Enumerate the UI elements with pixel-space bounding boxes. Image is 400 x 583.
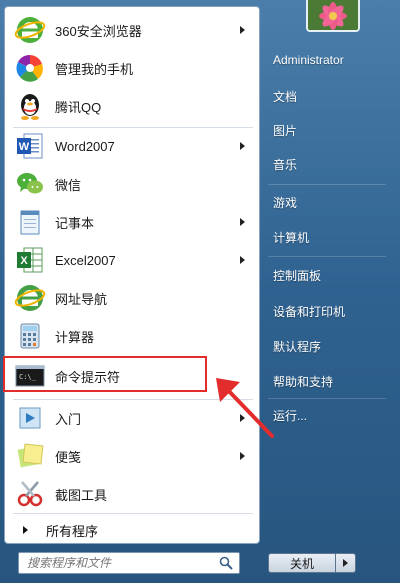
menu-item-label: Excel2007: [55, 252, 116, 268]
expand-arrow-icon: [23, 526, 28, 534]
start-menu: 360安全浏览器 管理我的手机 腾讯QQ W Word2007 微信 记事本 X…: [0, 0, 400, 583]
menu-item-label: 微信: [55, 177, 82, 193]
right-item-documents[interactable]: 文档: [266, 83, 390, 109]
menu-item-label: 记事本: [55, 215, 95, 231]
all-programs-button[interactable]: 所有程序: [13, 518, 253, 542]
right-item-label: 音乐: [273, 157, 298, 172]
shutdown-button[interactable]: 关机: [268, 553, 336, 573]
qq-penguin-icon: [21, 94, 39, 120]
wechat-icon: [17, 173, 43, 194]
menu-item-phone-manager[interactable]: 管理我的手机: [9, 51, 255, 85]
right-item-label: 文档: [273, 89, 298, 104]
menu-item-label: 截图工具: [55, 487, 108, 503]
submenu-arrow-icon: [240, 218, 245, 226]
menu-item-web-navigation[interactable]: 网址导航: [9, 281, 255, 315]
ie-navigation-icon: [14, 285, 46, 311]
menu-item-qq[interactable]: 腾讯QQ: [9, 89, 255, 123]
right-item-label: 运行...: [273, 408, 308, 423]
user-avatar[interactable]: [306, 0, 360, 32]
menu-item-label: 网址导航: [55, 291, 108, 307]
menu-item-label: 360安全浏览器: [55, 23, 142, 39]
menu-item-360-browser[interactable]: 360安全浏览器: [9, 13, 255, 47]
menu-item-calculator[interactable]: 计算器: [9, 319, 255, 353]
right-item-games[interactable]: 游戏: [266, 189, 390, 215]
svg-text:X: X: [20, 255, 28, 267]
ie-360-browser-icon: [14, 17, 46, 43]
programs-pane: 360安全浏览器 管理我的手机 腾讯QQ W Word2007 微信 记事本 X…: [4, 6, 260, 544]
right-item-computer[interactable]: 计算机: [266, 224, 390, 250]
excel-icon: X: [17, 247, 43, 273]
menu-item-snipping-tool[interactable]: 截图工具: [9, 477, 255, 511]
menu-item-label: 管理我的手机: [55, 61, 134, 77]
menu-item-label: 便笺: [55, 449, 82, 465]
search-icon[interactable]: [219, 556, 233, 570]
submenu-arrow-icon: [240, 256, 245, 264]
right-item-control-panel[interactable]: 控制面板: [266, 262, 390, 288]
separator: [268, 184, 386, 185]
separator: [13, 127, 253, 128]
getting-started-icon: [19, 407, 41, 429]
chevron-right-icon: [343, 559, 348, 567]
submenu-arrow-icon: [240, 142, 245, 150]
right-item-music[interactable]: 音乐: [266, 151, 390, 177]
notepad-icon: [20, 210, 40, 235]
separator: [13, 513, 253, 514]
calculator-icon: [20, 323, 40, 349]
phone-manager-icon: [16, 54, 43, 82]
right-item-label: 帮助和支持: [273, 374, 334, 389]
right-item-default-programs[interactable]: 默认程序: [266, 333, 390, 359]
svg-text:W: W: [19, 141, 30, 153]
search-box[interactable]: [18, 552, 240, 574]
menu-item-notepad[interactable]: 记事本: [9, 205, 255, 239]
menu-item-label: 计算器: [55, 329, 95, 345]
right-item-label: 图片: [273, 123, 298, 138]
right-item-pictures[interactable]: 图片: [266, 117, 390, 143]
submenu-arrow-icon: [240, 26, 245, 34]
menu-item-wechat[interactable]: 微信: [9, 167, 255, 201]
right-item-label: 设备和打印机: [273, 304, 346, 319]
separator: [268, 256, 386, 257]
snipping-tool-icon: [17, 481, 43, 507]
right-item-devices-printers[interactable]: 设备和打印机: [266, 298, 390, 324]
menu-item-label: Word2007: [55, 138, 115, 154]
shutdown-options-button[interactable]: [336, 553, 356, 573]
flower-avatar-icon: [308, 0, 358, 30]
submenu-arrow-icon: [240, 452, 245, 460]
menu-item-sticky-notes[interactable]: 便笺: [9, 439, 255, 473]
separator: [268, 398, 386, 399]
word-icon: W: [17, 133, 43, 159]
right-item-label: 游戏: [273, 195, 298, 210]
right-item-label: 控制面板: [273, 268, 322, 283]
highlight-box: [3, 356, 207, 392]
menu-item-excel2007[interactable]: X Excel2007: [9, 243, 255, 277]
right-item-run[interactable]: 运行...: [266, 402, 390, 428]
right-item-label: 计算机: [273, 230, 310, 245]
menu-item-word2007[interactable]: W Word2007: [9, 129, 255, 163]
sticky-notes-icon: [17, 443, 44, 468]
search-input[interactable]: [19, 555, 219, 571]
all-programs-label: 所有程序: [46, 523, 99, 539]
right-item-administrator[interactable]: Administrator: [266, 47, 390, 73]
right-item-help-support[interactable]: 帮助和支持: [266, 368, 390, 394]
right-item-label: 默认程序: [273, 339, 322, 354]
right-item-label: Administrator: [273, 53, 344, 67]
shutdown-label: 关机: [289, 556, 314, 571]
menu-item-label: 腾讯QQ: [55, 99, 102, 115]
